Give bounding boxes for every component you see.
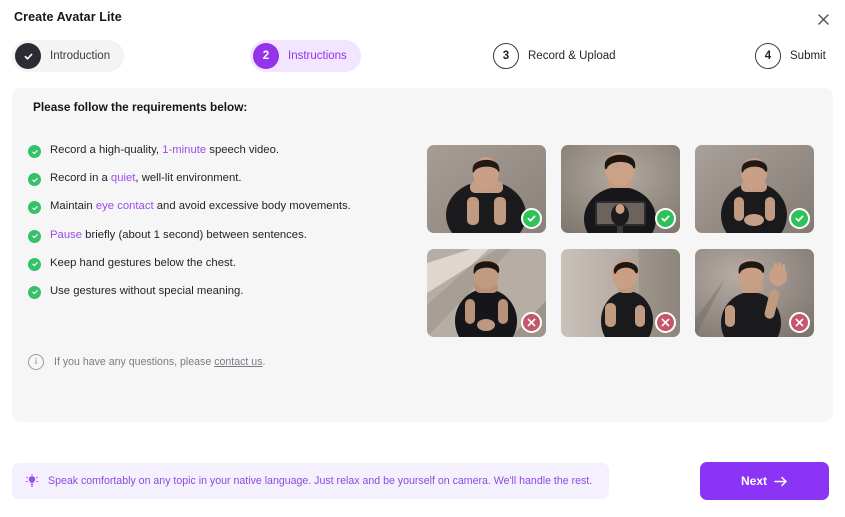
example-thumbnail <box>427 249 546 337</box>
requirement-text-pre: Record a high-quality, <box>50 144 163 156</box>
requirement-text-highlight: eye contact <box>95 200 154 213</box>
requirement-text-post: speech video. <box>206 144 280 156</box>
example-thumbnail <box>695 249 814 337</box>
requirement-text-post: and avoid excessive body movements. <box>153 200 351 213</box>
step-4-badge: 4 <box>755 43 781 69</box>
example-thumbnail <box>427 145 546 233</box>
help-note: i If you have any questions, please cont… <box>28 354 265 370</box>
requirement-text: Maintain eye contact and avoid excessive… <box>50 200 351 213</box>
cross-icon <box>789 312 810 333</box>
close-icon[interactable] <box>813 9 833 29</box>
next-button[interactable]: Next <box>700 462 829 500</box>
example-thumbnail <box>561 249 680 337</box>
step-4-label: Submit <box>790 50 826 62</box>
step-instructions[interactable]: 2 Instructions <box>250 40 361 72</box>
window-titlebar: Create Avatar Lite <box>0 0 845 36</box>
step-introduction[interactable]: Introduction <box>12 40 125 72</box>
help-note-prefix: If you have any questions, please <box>54 356 215 368</box>
check-icon <box>521 208 542 229</box>
requirement-text: Use gestures without special meaning. <box>50 285 243 298</box>
check-icon <box>655 208 676 229</box>
check-icon <box>28 201 41 215</box>
lightbulb-icon <box>25 473 39 489</box>
panel-heading: Please follow the requirements below: <box>33 100 248 114</box>
help-note-text: If you have any questions, please contac… <box>54 356 265 368</box>
requirement-text-pre: Keep hand gestures below the chest. <box>50 256 236 269</box>
requirement-text-post: briefly (about 1 second) between sentenc… <box>82 228 307 241</box>
step-3-badge: 3 <box>493 43 519 69</box>
contact-us-link[interactable]: contact us <box>214 356 262 368</box>
arrow-right-icon <box>774 476 788 487</box>
step-1-label: Introduction <box>50 50 111 62</box>
check-icon <box>28 229 41 243</box>
check-icon <box>28 285 41 299</box>
requirement-text: Record a high-quality, 1-minute speech v… <box>50 144 279 157</box>
instructions-panel: Please follow the requirements below: Re… <box>12 88 833 422</box>
check-icon <box>28 257 41 271</box>
requirement-text-pre: Record in a <box>50 172 111 185</box>
check-icon <box>789 208 810 229</box>
check-icon <box>28 145 41 158</box>
requirement-text: Pause briefly (about 1 second) between s… <box>50 229 307 242</box>
requirement-item: Use gestures without special meaning. <box>28 285 418 299</box>
requirement-item: Record in a quiet, well-lit environment. <box>28 172 418 187</box>
stepper: Introduction 2 Instructions 3 Record & U… <box>0 40 845 98</box>
example-thumbnail <box>561 145 680 233</box>
tip-banner: Speak comfortably on any topic in your n… <box>12 463 609 499</box>
cross-icon <box>521 312 542 333</box>
requirement-text-pre: Use gestures without special meaning. <box>50 284 244 297</box>
step-1-badge <box>15 43 41 69</box>
requirement-item: Maintain eye contact and avoid excessive… <box>28 200 418 215</box>
requirement-item: Pause briefly (about 1 second) between s… <box>28 229 418 243</box>
help-note-suffix: . <box>262 356 266 368</box>
requirement-text-pre: Maintain <box>50 200 96 213</box>
requirement-text: Keep hand gestures below the chest. <box>50 257 236 270</box>
page-title: Create Avatar Lite <box>14 10 122 24</box>
tip-text: Speak comfortably on any topic in your n… <box>48 475 593 487</box>
step-record-upload[interactable]: 3 Record & Upload <box>490 40 630 72</box>
requirement-item: Record a high-quality, 1-minute speech v… <box>28 144 418 158</box>
requirement-text-highlight: Pause <box>50 228 83 241</box>
requirement-text: Record in a quiet, well-lit environment. <box>50 172 242 185</box>
step-submit[interactable]: 4 Submit <box>752 40 840 72</box>
step-2-badge: 2 <box>253 43 279 69</box>
check-icon <box>28 173 41 187</box>
requirement-text-post: , well-lit environment. <box>135 172 242 185</box>
step-2-label: Instructions <box>288 50 347 62</box>
requirements-list: Record a high-quality, 1-minute speech v… <box>28 144 418 313</box>
example-thumbnail <box>695 145 814 233</box>
requirement-text-highlight: 1-minute <box>162 144 207 156</box>
example-thumbnail-grid <box>427 145 814 337</box>
info-icon: i <box>28 354 44 370</box>
next-button-label: Next <box>740 474 767 488</box>
requirement-item: Keep hand gestures below the chest. <box>28 257 418 271</box>
step-3-label: Record & Upload <box>528 50 616 62</box>
requirement-text-highlight: quiet <box>110 172 136 185</box>
cross-icon <box>655 312 676 333</box>
